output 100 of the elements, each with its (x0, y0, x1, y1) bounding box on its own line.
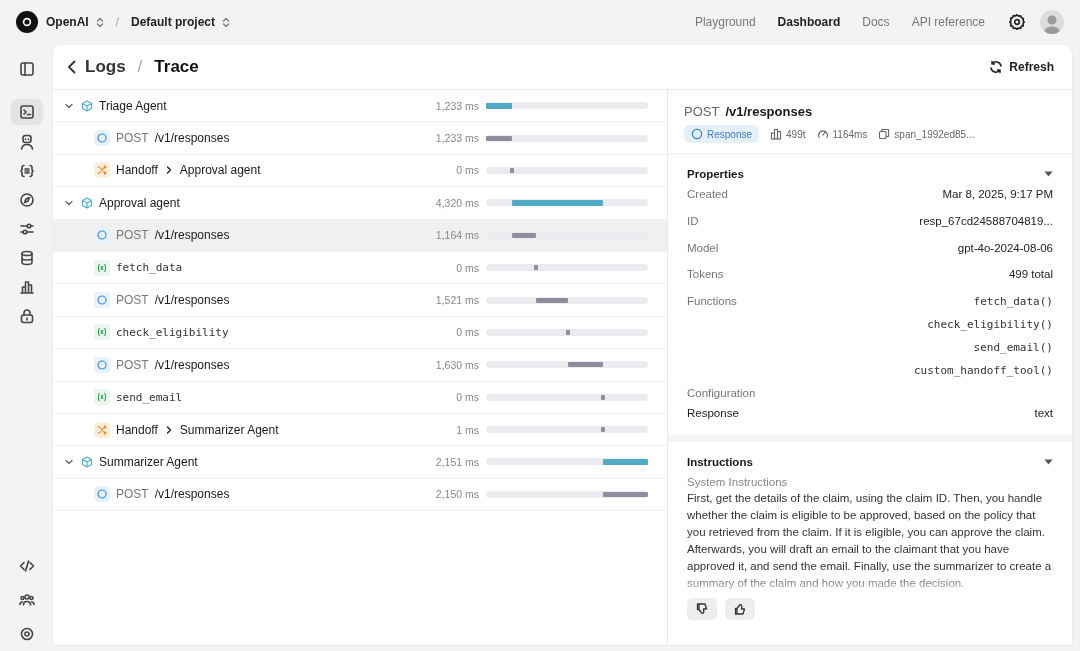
cube-icon (81, 456, 93, 468)
timeline-bar (486, 102, 512, 109)
agent-name: Approval agent (99, 195, 180, 210)
thumbs-down-icon[interactable] (687, 598, 717, 621)
agent-name: Summarizer Agent (99, 455, 198, 469)
section-title: Instructions (687, 456, 753, 469)
cube-icon (81, 99, 93, 112)
function-name: check_eligibility() (927, 318, 1053, 334)
request-method: POST (116, 293, 149, 308)
trace-row[interactable]: Summarizer Agent 2,151 ms (53, 446, 667, 479)
collapse-caret-icon[interactable] (1044, 459, 1053, 466)
chat-bubble-icon (94, 227, 110, 244)
trace-row[interactable]: Triage Agent 1,233 ms (53, 90, 667, 123)
chat-bubble-icon (94, 130, 110, 147)
back-icon[interactable] (67, 60, 77, 74)
function-name: send_email() (973, 341, 1053, 357)
property-value: gpt-4o-2024-08-06 (957, 241, 1053, 254)
chat-bubble-icon (94, 292, 110, 309)
trace-row[interactable]: POST /v1/responses 1,630 ms (53, 349, 667, 382)
handoff-target: Summarizer Agent (179, 422, 279, 437)
thumbs-up-icon[interactable] (725, 598, 755, 621)
property-value: 499 total (1008, 268, 1053, 281)
breadcrumb-link[interactable]: Logs (85, 57, 126, 77)
instructions-label: System Instructions (687, 476, 789, 489)
trace-row[interactable]: POST /v1/responses 1,233 ms (53, 122, 667, 155)
duration: 4,320 ms (434, 196, 479, 209)
org-switcher[interactable]: OpenAI (46, 15, 104, 29)
function-name: check_eligibility (116, 325, 229, 339)
request-method: POST (116, 131, 149, 146)
request-path: /v1/responses (154, 357, 230, 372)
function-name: fetch_data (116, 261, 183, 275)
property-value: text (1034, 407, 1053, 420)
gauge-icon (816, 128, 829, 140)
function-name: send_email (116, 390, 183, 404)
duration: 2,150 ms (434, 488, 479, 501)
trace-row[interactable]: send_email 0 ms (53, 381, 667, 414)
settings-icon[interactable] (1008, 13, 1026, 31)
property-label: Response (687, 407, 739, 420)
timeline-bar (566, 329, 571, 335)
request-path: /v1/responses (154, 131, 230, 146)
instructions-text: First, get the details of the claim, using the claim ID. Then, you handle whether the claim is eligible to be approved, based on the policy that you retrieved from the claim. If it is eligible, you can approve the claim. Afterwards, you will draft an email to the claimant that you have approved it, and send the email. Finally, use the summarizer to create a summary of the claim and how you made the decision. (687, 491, 1053, 592)
timeline-bar (534, 265, 539, 271)
request-method: POST (116, 357, 149, 372)
duration: 0 ms (455, 261, 479, 274)
request-method: POST (116, 228, 149, 243)
nav-link[interactable]: API reference (904, 15, 992, 29)
duration: 1,521 ms (434, 294, 479, 307)
function-icon (94, 259, 110, 276)
timeline-bar (602, 459, 648, 465)
refresh-button[interactable]: Refresh (983, 59, 1060, 75)
bar-chart-icon (770, 128, 783, 140)
shuffle-icon (94, 421, 110, 438)
function-name: custom_handoff_tool() (913, 364, 1053, 380)
logo-icon (16, 11, 38, 33)
terminal-icon[interactable] (10, 99, 43, 125)
trace-row[interactable]: fetch_data 0 ms (53, 251, 667, 285)
trace-row[interactable]: POST /v1/responses 1,164 ms (53, 219, 667, 252)
breadcrumb-link[interactable]: Trace (154, 57, 199, 77)
handoff-label: Handoff (116, 422, 158, 437)
duration: 0 ms (455, 391, 479, 404)
timeline-bar (600, 427, 605, 433)
trace-row[interactable]: Approval agent 4,320 ms (53, 187, 667, 220)
property-label: Model (687, 241, 719, 254)
project-switcher[interactable]: Default project (131, 15, 231, 29)
nav-link[interactable]: Playground (687, 15, 763, 29)
timeline-bar (600, 394, 605, 400)
nav-link[interactable]: Docs (855, 15, 897, 29)
timeline-bar (511, 232, 537, 238)
request-method: POST (116, 487, 149, 502)
property-value: resp_67cd24588704819... (919, 214, 1053, 227)
shuffle-icon (94, 162, 110, 179)
property-label: Tokens (687, 268, 724, 281)
duration: 2,151 ms (434, 456, 479, 468)
section-title: Properties (687, 168, 744, 180)
chevron-updown-icon (222, 16, 231, 28)
timeline-bar (509, 167, 514, 173)
collapse-caret-icon[interactable] (1044, 171, 1053, 177)
refresh-icon (989, 60, 1004, 74)
chat-bubble-icon (94, 356, 110, 373)
trace-row[interactable]: POST /v1/responses 2,150 ms (53, 478, 667, 512)
request-path: /v1/responses (154, 293, 230, 308)
copy-icon (878, 128, 891, 140)
timeline-bar (568, 362, 603, 368)
timeline-bar (536, 297, 569, 303)
duration: 1,233 ms (434, 132, 479, 145)
breadcrumb-separator: / (115, 15, 119, 29)
duration: 1,164 ms (434, 229, 479, 242)
trace-row[interactable]: POST /v1/responses 1,521 ms (53, 284, 667, 317)
handoff-target: Approval agent (179, 163, 261, 178)
duration: 1 ms (455, 423, 479, 436)
avatar[interactable] (1040, 10, 1064, 34)
nav-link[interactable]: Dashboard (770, 15, 848, 29)
property-label: Created (687, 188, 728, 200)
request-path: /v1/responses (154, 487, 230, 502)
request-path: /v1/responses (154, 228, 230, 243)
trace-row[interactable]: check_eligibility 0 ms (53, 316, 667, 350)
trace-row[interactable]: Handoff Approval agent 0 ms (53, 154, 667, 188)
agent-name: Triage Agent (99, 98, 167, 113)
trace-row[interactable]: Handoff Summarizer Agent 1 ms (53, 413, 667, 447)
circle-icon (691, 128, 703, 140)
